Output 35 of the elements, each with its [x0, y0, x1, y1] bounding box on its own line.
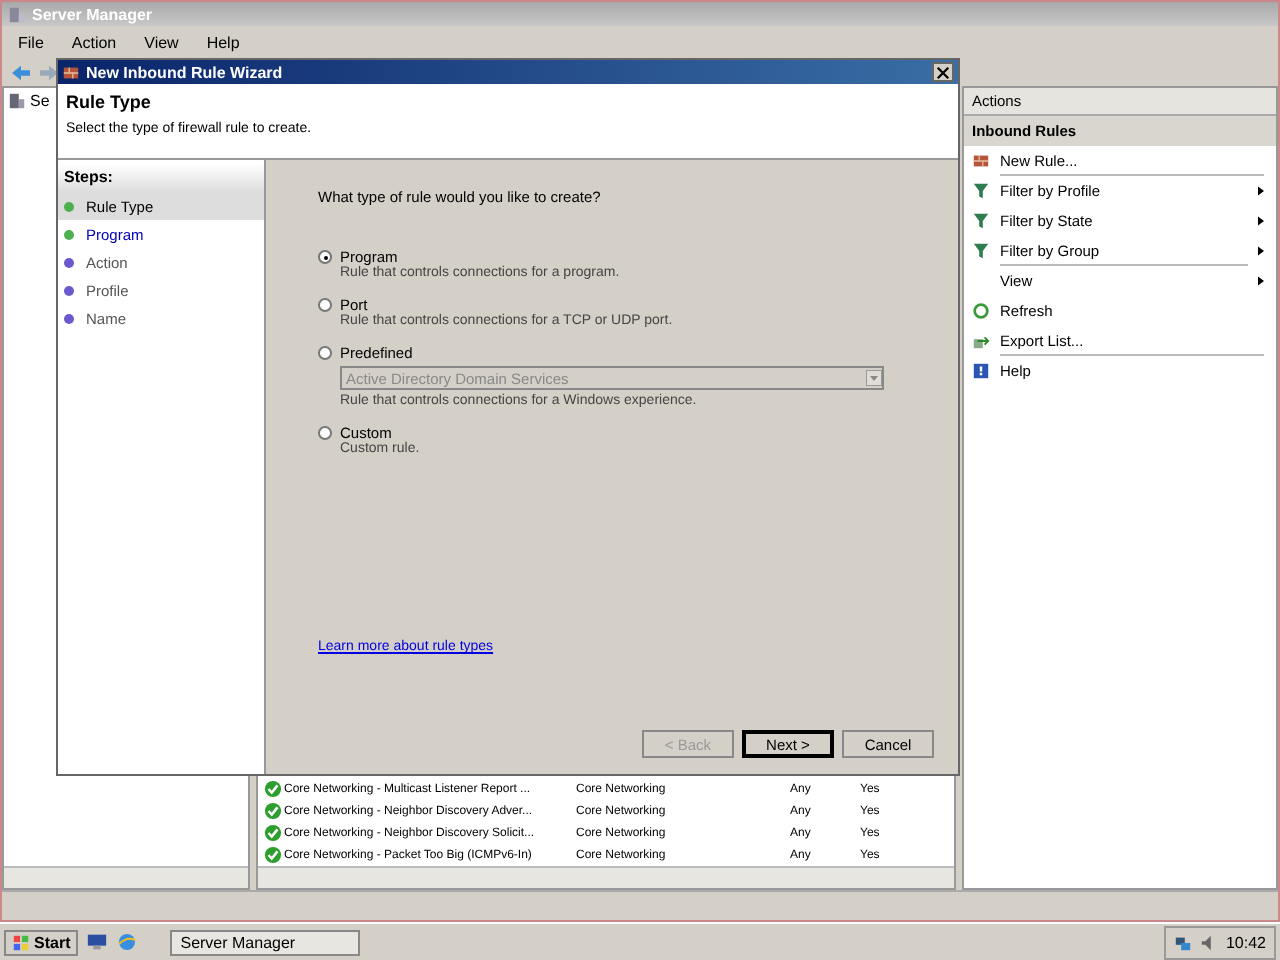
dialog-title: New Inbound Rule Wizard — [86, 63, 285, 81]
steps-header: Steps: — [58, 164, 264, 192]
submenu-arrow-icon — [1258, 216, 1264, 226]
check-icon — [264, 802, 282, 820]
dropdown-arrow-icon — [866, 370, 882, 386]
help-icon — [972, 362, 990, 380]
network-icon[interactable] — [1173, 933, 1192, 951]
wall-icon — [972, 152, 990, 170]
page-heading: Rule Type — [66, 92, 153, 112]
check-icon — [264, 824, 282, 842]
check-icon — [264, 780, 282, 798]
scrollbar[interactable] — [4, 866, 248, 888]
tree-item[interactable]: Se — [30, 92, 50, 110]
window-title: Server Manager — [32, 5, 153, 23]
four-squares-icon — [12, 933, 30, 951]
menu-item[interactable]: File — [18, 33, 44, 51]
start-button[interactable]: Start — [4, 929, 79, 955]
server-icon — [8, 5, 26, 23]
submenu-arrow-icon — [1258, 186, 1264, 196]
server-icon — [8, 92, 26, 110]
close-button[interactable] — [932, 62, 954, 82]
scrollbar[interactable] — [258, 866, 954, 888]
export-icon — [972, 332, 990, 350]
check-icon — [264, 846, 282, 864]
wall-icon — [62, 63, 80, 81]
globe-icon[interactable] — [116, 932, 139, 952]
menu-item[interactable]: Action — [71, 33, 117, 51]
forward-arrow-icon[interactable] — [38, 63, 60, 81]
submenu-arrow-icon — [1258, 246, 1264, 256]
taskbar-button[interactable]: Server Manager — [170, 929, 361, 955]
submenu-arrow-icon — [1258, 276, 1264, 286]
clock: 10:42 — [1225, 933, 1266, 951]
menu-item[interactable]: View — [144, 33, 179, 51]
computer-icon[interactable] — [86, 932, 109, 952]
menu-item[interactable]: Help — [206, 33, 240, 51]
